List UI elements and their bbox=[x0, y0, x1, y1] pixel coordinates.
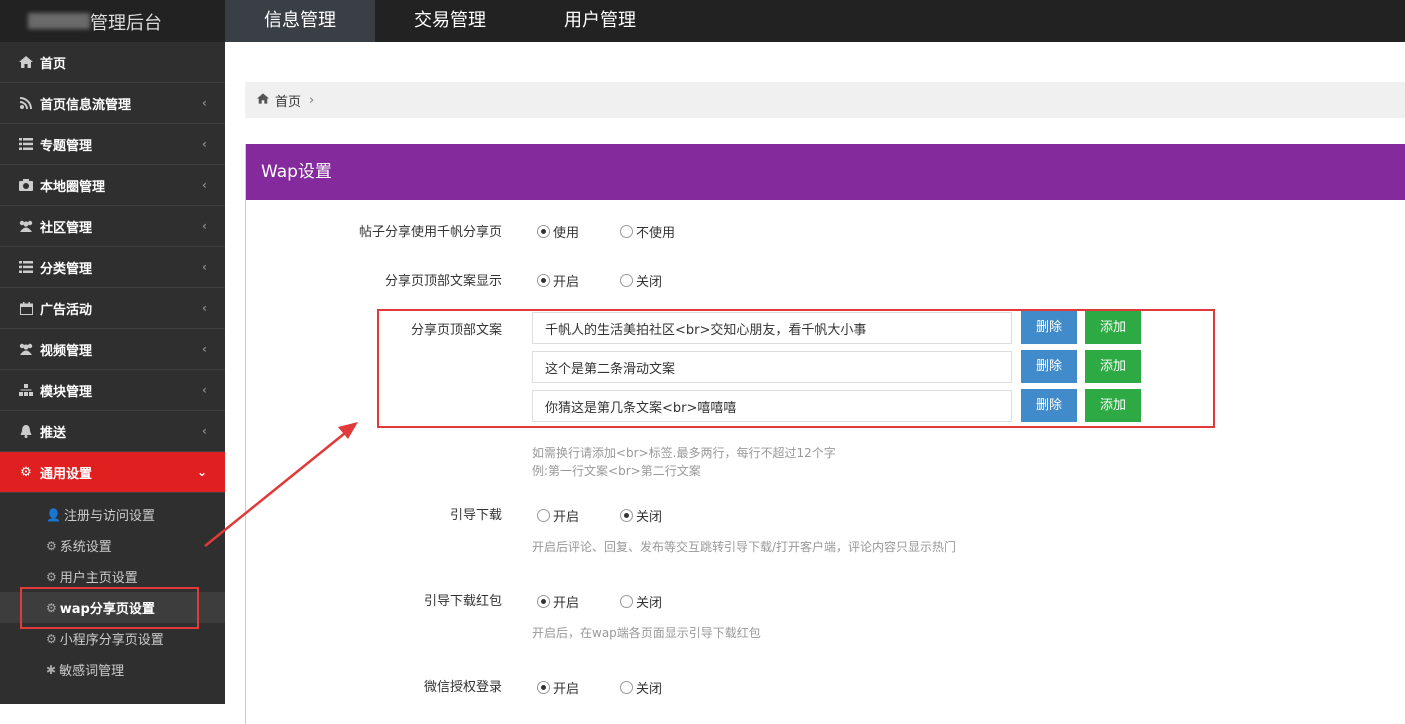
breadcrumb-home[interactable]: 首页 bbox=[275, 91, 301, 110]
sidebar-item-label: 分类管理 bbox=[40, 261, 93, 277]
gears-icon: ⚙ bbox=[46, 538, 57, 553]
label-top-copy-show: 分享页顶部文案显示 bbox=[384, 274, 502, 289]
gears-icon: ⚙ bbox=[20, 464, 32, 480]
top-copy-help: 如需换行请添加<br>标签.最多两行，每行不超过12个字 例:第一行文案<br>… bbox=[532, 446, 836, 478]
home-icon bbox=[18, 55, 34, 69]
camera-icon bbox=[18, 178, 34, 192]
radio-guide-download-on[interactable]: 开启 bbox=[537, 506, 579, 525]
main-content: 首页 › Wap设置 帖子分享使用千帆分享页 使用 不使用 分享页顶部文案显示 … bbox=[225, 42, 1405, 724]
sidebar-item-category[interactable]: 分类管理 ‹ bbox=[0, 247, 225, 288]
chevron-left-icon: ‹ bbox=[202, 383, 207, 397]
logo-text: 管理后台 bbox=[90, 13, 162, 34]
radio-top-copy-show-on[interactable]: 开启 bbox=[537, 271, 579, 290]
label-guide-redpacket: 引导下载红包 bbox=[423, 594, 502, 609]
chevron-left-icon: ‹ bbox=[202, 260, 207, 274]
breadcrumb: 首页 › bbox=[245, 82, 1405, 118]
sidebar-item-home[interactable]: 首页 bbox=[0, 42, 225, 83]
list-icon bbox=[18, 137, 34, 151]
guide-download-help: 开启后评论、回复、发布等交互跳转引导下载/打开客户端，评论内容只显示热门 bbox=[532, 540, 957, 554]
users-icon bbox=[18, 219, 34, 233]
radio-guide-redpacket-off[interactable]: 关闭 bbox=[620, 592, 662, 611]
sidebar-item-label: 首页 bbox=[40, 56, 67, 72]
sub-item-system-settings[interactable]: ⚙ 系统设置 bbox=[0, 530, 225, 561]
sidebar-item-label: 广告活动 bbox=[40, 302, 93, 318]
top-bar: 管理后台 信息管理 交易管理 用户管理 bbox=[0, 0, 1405, 42]
rss-icon bbox=[18, 96, 34, 110]
sidebar-item-local-circle[interactable]: 本地圈管理 ‹ bbox=[0, 165, 225, 206]
chevron-left-icon: ‹ bbox=[202, 424, 207, 438]
sidebar-item-label: 社区管理 bbox=[40, 220, 93, 236]
radio-share-page-use[interactable]: 使用 bbox=[537, 222, 579, 241]
label-share-page: 帖子分享使用千帆分享页 bbox=[358, 225, 502, 240]
bell-icon bbox=[18, 424, 34, 438]
sidebar-item-video[interactable]: 视频管理 ‹ bbox=[0, 329, 225, 370]
breadcrumb-separator: › bbox=[309, 92, 315, 108]
nav-user-management[interactable]: 用户管理 bbox=[525, 0, 675, 42]
chevron-down-icon: ⌄ bbox=[196, 465, 207, 479]
radio-wechat-login-on[interactable]: 开启 bbox=[537, 678, 579, 697]
label-guide-download: 引导下载 bbox=[449, 508, 502, 523]
label-wechat-login: 微信授权登录 bbox=[423, 680, 502, 695]
nav-info-management[interactable]: 信息管理 bbox=[225, 0, 375, 42]
chevron-left-icon: ‹ bbox=[202, 137, 207, 151]
radio-share-page-not-use[interactable]: 不使用 bbox=[620, 222, 675, 241]
radio-wechat-login-off[interactable]: 关闭 bbox=[620, 678, 662, 697]
logo-blurred-mark bbox=[28, 13, 90, 29]
users-icon bbox=[18, 342, 34, 356]
sidebar-item-ad[interactable]: 广告活动 ‹ bbox=[0, 288, 225, 329]
sidebar-item-community[interactable]: 社区管理 ‹ bbox=[0, 206, 225, 247]
chevron-left-icon: ‹ bbox=[202, 178, 207, 192]
highlight-box-sidebar bbox=[20, 587, 199, 629]
sidebar-item-label: 首页信息流管理 bbox=[40, 97, 132, 113]
sidebar-item-push[interactable]: 推送 ‹ bbox=[0, 411, 225, 452]
calendar-icon bbox=[18, 301, 34, 315]
sub-item-register-access[interactable]: 👤 注册与访问设置 bbox=[0, 499, 225, 530]
sitemap-icon bbox=[18, 383, 34, 397]
highlight-box-copy-list bbox=[377, 309, 1215, 428]
sidebar-item-topic[interactable]: 专题管理 ‹ bbox=[0, 124, 225, 165]
sidebar-item-general-settings[interactable]: ⚙ 通用设置 ⌄ bbox=[0, 452, 225, 493]
chevron-left-icon: ‹ bbox=[202, 301, 207, 315]
sub-item-sensitive-words[interactable]: ✱ 敏感词管理 bbox=[0, 654, 225, 685]
home-icon bbox=[257, 93, 269, 107]
asterisk-icon: ✱ bbox=[46, 662, 57, 677]
sidebar-item-feed[interactable]: 首页信息流管理 ‹ bbox=[0, 83, 225, 124]
radio-top-copy-show-off[interactable]: 关闭 bbox=[620, 271, 662, 290]
chevron-left-icon: ‹ bbox=[202, 219, 207, 233]
user-icon: 👤 bbox=[46, 507, 61, 522]
chevron-left-icon: ‹ bbox=[202, 96, 207, 110]
wap-settings-panel: Wap设置 帖子分享使用千帆分享页 使用 不使用 分享页顶部文案显示 开启 关闭… bbox=[245, 144, 1405, 724]
logo: 管理后台 bbox=[0, 0, 225, 42]
guide-redpacket-help: 开启后，在wap端各页面显示引导下载红包 bbox=[532, 626, 761, 640]
gears-icon: ⚙ bbox=[46, 569, 57, 584]
radio-guide-redpacket-on[interactable]: 开启 bbox=[537, 592, 579, 611]
sidebar-item-module[interactable]: 模块管理 ‹ bbox=[0, 370, 225, 411]
nav-trade-management[interactable]: 交易管理 bbox=[375, 0, 525, 42]
radio-guide-download-off[interactable]: 关闭 bbox=[620, 506, 662, 525]
panel-title: Wap设置 bbox=[246, 144, 1405, 200]
gear-icon: ⚙ bbox=[46, 631, 57, 646]
sidebar-item-label: 推送 bbox=[40, 425, 67, 441]
sidebar-item-label: 通用设置 bbox=[40, 466, 93, 482]
list-icon bbox=[18, 260, 34, 274]
sidebar-item-label: 本地圈管理 bbox=[40, 179, 106, 195]
sidebar-item-label: 视频管理 bbox=[40, 343, 93, 359]
chevron-left-icon: ‹ bbox=[202, 342, 207, 356]
top-nav: 信息管理 交易管理 用户管理 bbox=[225, 0, 675, 42]
sidebar-item-label: 模块管理 bbox=[40, 384, 93, 400]
sidebar-item-label: 专题管理 bbox=[40, 138, 93, 154]
